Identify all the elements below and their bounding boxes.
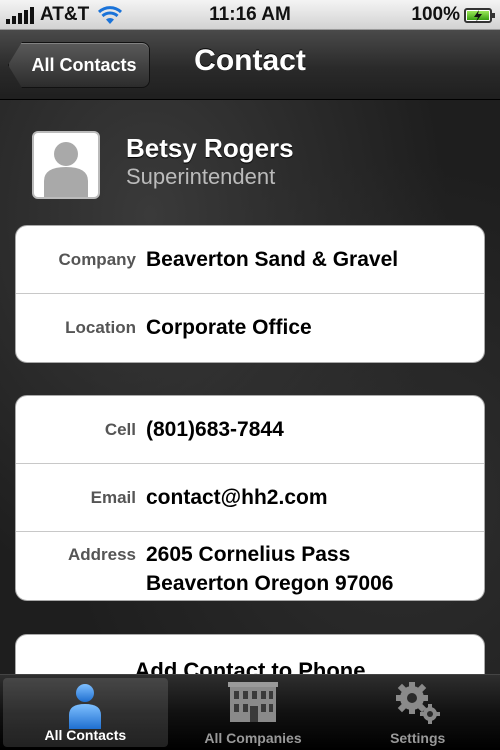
- person-silhouette-icon: [44, 142, 88, 197]
- address-row[interactable]: Address 2605 Cornelius Pass Beaverton Or…: [16, 532, 484, 600]
- cell-label: Cell: [104, 419, 136, 439]
- battery-icon: [464, 8, 495, 23]
- location-row[interactable]: Location Corporate Office: [16, 294, 484, 362]
- email-row[interactable]: Email contact@hh2.com: [16, 464, 484, 532]
- address-line-2: Beaverton Oregon 97006: [146, 572, 394, 595]
- company-label: Company: [58, 249, 136, 269]
- battery-percent: 100%: [411, 3, 460, 25]
- location-label: Location: [65, 318, 136, 337]
- contact-info-group: Cell (801)683-7844 Email contact@hh2.com…: [15, 395, 485, 601]
- cell-row[interactable]: Cell (801)683-7844: [16, 396, 484, 464]
- carrier-name: AT&T: [40, 3, 90, 25]
- navigation-bar: All Contacts Contact: [0, 30, 500, 100]
- tab-all-companies-label: All Companies: [204, 730, 302, 746]
- email-label: Email: [90, 487, 136, 507]
- page-title: Contact: [194, 44, 306, 77]
- address-label: Address: [67, 545, 136, 564]
- signal-strength-icon: [6, 6, 34, 24]
- tab-bar: All Contacts All Companies Settings: [0, 674, 500, 750]
- add-contact-to-phone-button[interactable]: Add Contact to Phone: [15, 634, 485, 674]
- company-row[interactable]: Company Beaverton Sand & Gravel: [16, 226, 484, 294]
- contact-detail-view[interactable]: Betsy Rogers Superintendent Company Beav…: [0, 100, 500, 674]
- company-value: Beaverton Sand & Gravel: [146, 247, 399, 271]
- tab-settings-label: Settings: [390, 730, 446, 746]
- address-value: 2605 Cornelius Pass Beaverton Oregon 970…: [146, 540, 393, 598]
- building-icon: [228, 682, 278, 722]
- wifi-icon: [98, 5, 123, 24]
- gears-icon: [395, 682, 440, 724]
- address-line-1: 2605 Cornelius Pass: [146, 543, 351, 566]
- location-value: Corporate Office: [146, 316, 312, 339]
- tab-settings[interactable]: Settings: [335, 675, 500, 750]
- avatar: [32, 131, 100, 199]
- status-bar: AT&T 11:16 AM 100%: [0, 0, 500, 30]
- tab-all-companies[interactable]: All Companies: [171, 675, 336, 750]
- email-value: contact@hh2.com: [146, 485, 328, 509]
- person-icon: [69, 684, 102, 729]
- contact-name: Betsy Rogers: [126, 133, 294, 163]
- cell-value: (801)683-7844: [146, 417, 284, 441]
- contact-job-title: Superintendent: [126, 164, 276, 189]
- tab-all-contacts-label: All Contacts: [44, 727, 127, 743]
- tab-all-contacts[interactable]: All Contacts: [3, 678, 168, 747]
- organization-group: Company Beaverton Sand & Gravel Location…: [15, 225, 485, 363]
